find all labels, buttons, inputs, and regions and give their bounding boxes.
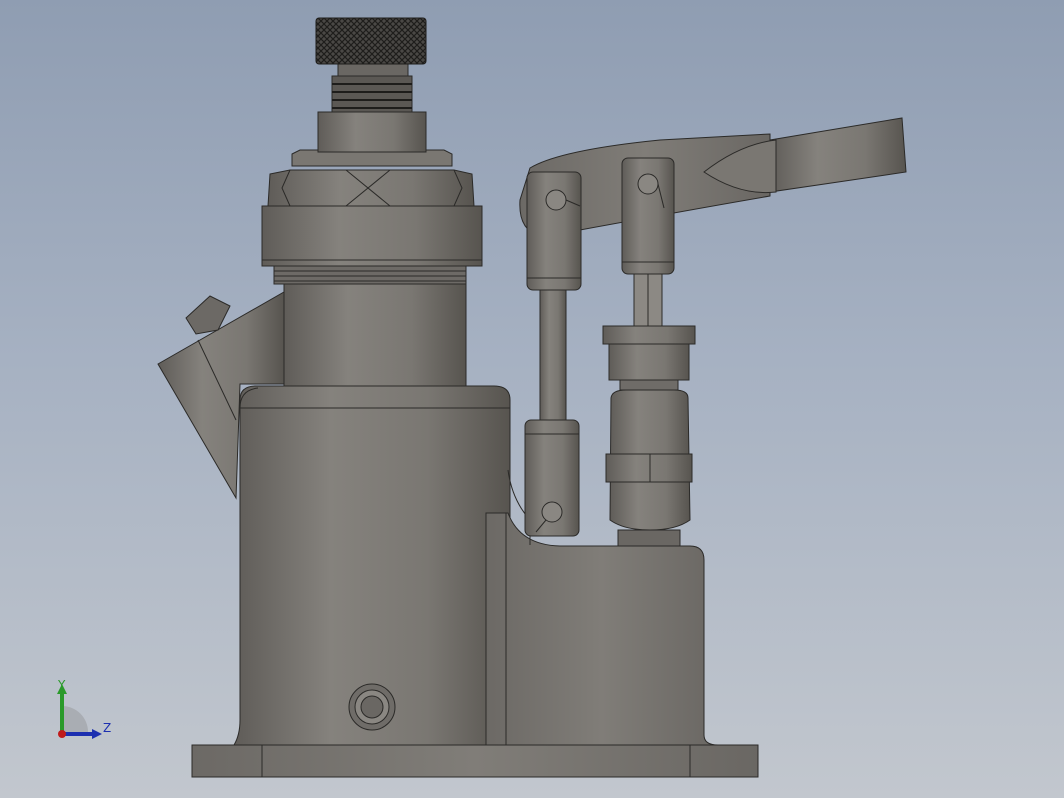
release-valve <box>348 683 396 731</box>
piston-clevis <box>621 157 675 275</box>
lift-screw <box>315 17 427 153</box>
y-axis-label: Y <box>58 678 66 692</box>
pump-piston <box>602 271 696 547</box>
base-plate <box>191 744 759 778</box>
hydraulic-jack-model[interactable] <box>0 0 1064 798</box>
top-nut <box>261 149 483 285</box>
ram-column <box>283 281 467 387</box>
z-axis-label: Z <box>103 721 112 735</box>
link-rod <box>524 171 582 537</box>
x-axis-dot <box>58 730 66 738</box>
cad-viewport[interactable]: Y Z <box>0 0 1064 798</box>
triad-arc <box>62 706 88 732</box>
